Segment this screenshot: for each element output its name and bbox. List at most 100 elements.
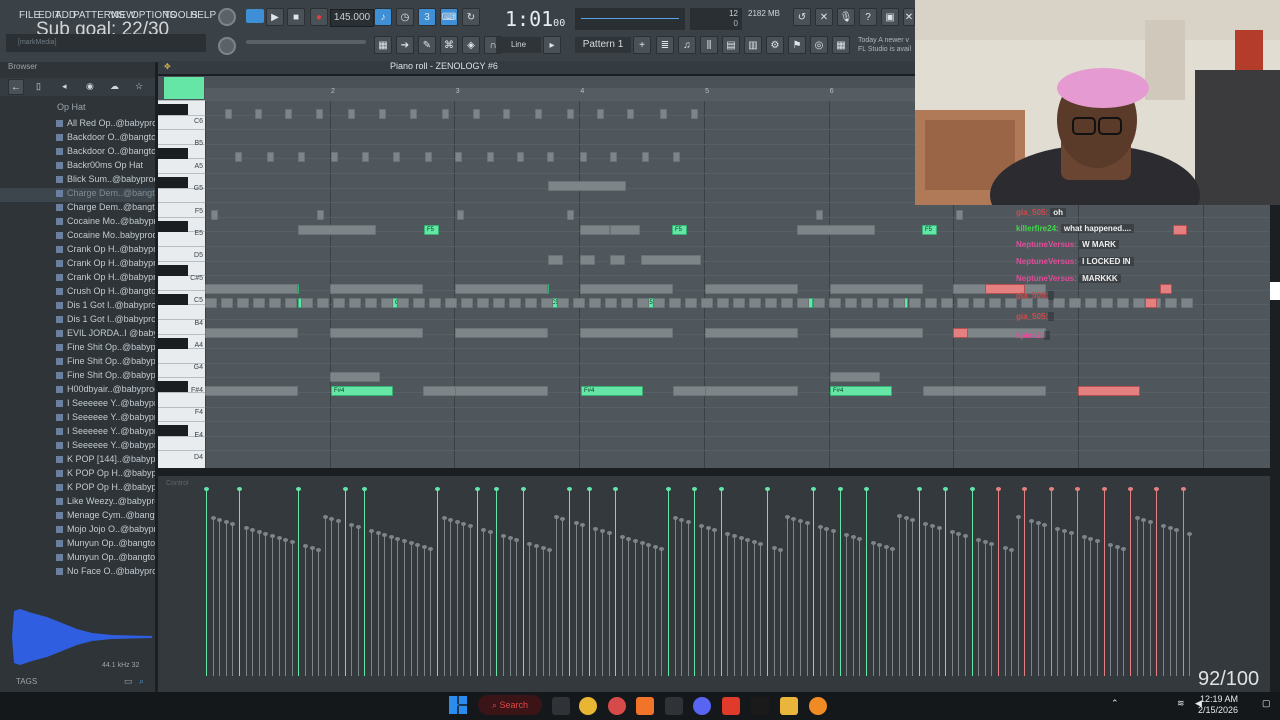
velocity-bar[interactable] xyxy=(206,489,207,676)
browser-star-icon[interactable]: ☆ xyxy=(135,81,143,92)
play-button[interactable]: ▶ xyxy=(266,8,284,26)
velocity-bar[interactable] xyxy=(1090,539,1092,676)
velocity-bar[interactable] xyxy=(1037,523,1039,676)
velocity-bar[interactable] xyxy=(674,518,676,676)
browser-item[interactable]: Backdoor O..@bangtozy xyxy=(0,146,155,160)
velocity-bar[interactable] xyxy=(252,530,254,676)
note[interactable] xyxy=(455,152,462,162)
velocity-bar[interactable] xyxy=(463,524,465,676)
note[interactable] xyxy=(765,298,777,308)
velocity-bar[interactable] xyxy=(793,519,795,676)
velocity-bar[interactable] xyxy=(681,520,683,676)
note[interactable] xyxy=(749,298,761,308)
velocity-bar[interactable] xyxy=(239,489,240,676)
note[interactable] xyxy=(830,284,923,294)
velocity-bar[interactable] xyxy=(305,546,306,676)
note[interactable] xyxy=(621,298,633,308)
black-key[interactable] xyxy=(158,104,188,115)
velocity-bar[interactable] xyxy=(489,532,491,676)
velocity-bar[interactable] xyxy=(1097,541,1098,676)
note[interactable] xyxy=(205,386,298,396)
note[interactable] xyxy=(269,298,281,308)
browser-search-icon[interactable]: ◉ xyxy=(86,81,94,92)
velocity-bar[interactable] xyxy=(740,538,742,676)
note[interactable] xyxy=(705,284,798,294)
note[interactable] xyxy=(1085,298,1097,308)
velocity-bar[interactable] xyxy=(542,548,544,676)
velocity-bar[interactable] xyxy=(1050,489,1052,676)
note[interactable] xyxy=(610,152,617,162)
note[interactable] xyxy=(349,298,361,308)
note-marked[interactable] xyxy=(953,328,968,338)
velocity-bar[interactable] xyxy=(569,489,570,676)
velocity-bar[interactable] xyxy=(377,533,379,676)
note[interactable] xyxy=(605,298,617,308)
note-color-swatch[interactable] xyxy=(164,77,204,99)
note[interactable] xyxy=(429,298,441,308)
note[interactable] xyxy=(673,152,680,162)
velocity-bar[interactable] xyxy=(443,518,445,676)
system-clock[interactable]: 12:19 AM 2/15/2026 xyxy=(1198,694,1238,716)
pattern-song-toggle[interactable] xyxy=(246,9,264,23)
velocity-bar[interactable] xyxy=(1110,545,1112,676)
browser-item[interactable]: Like Weezy..@babyprod xyxy=(0,496,155,510)
velocity-bar[interactable] xyxy=(720,489,722,676)
note[interactable] xyxy=(442,109,449,119)
velocity-bar[interactable] xyxy=(1064,531,1065,676)
black-key[interactable] xyxy=(158,264,188,276)
velocity-bar[interactable] xyxy=(476,489,478,676)
velocity-bar[interactable] xyxy=(1116,547,1118,676)
note[interactable] xyxy=(397,298,409,308)
note[interactable] xyxy=(845,298,857,308)
note[interactable] xyxy=(610,225,640,235)
note[interactable] xyxy=(660,109,667,119)
note[interactable] xyxy=(1181,298,1193,308)
link-icon[interactable]: ⌘ xyxy=(440,36,458,54)
close-window-icon[interactable]: ✕ xyxy=(903,8,915,26)
velocity-bar[interactable] xyxy=(404,541,405,676)
velocity-bar[interactable] xyxy=(1070,533,1072,676)
velocity-bar[interactable] xyxy=(311,548,313,676)
note[interactable] xyxy=(205,298,217,308)
velocity-bar[interactable] xyxy=(707,528,709,676)
close-tool-icon[interactable]: ✕ xyxy=(815,8,833,26)
countdown-icon[interactable]: 3 xyxy=(418,8,436,26)
browser-item[interactable]: H00dbyair..@babyprod xyxy=(0,384,155,398)
velocity-bar[interactable] xyxy=(813,489,815,676)
velocity-bar[interactable] xyxy=(430,549,432,676)
browser-prev-icon[interactable]: ◂ xyxy=(62,81,67,92)
velocity-bar[interactable] xyxy=(905,518,907,676)
note[interactable] xyxy=(830,328,923,338)
note[interactable] xyxy=(580,152,587,162)
master-slider[interactable] xyxy=(246,40,366,44)
note[interactable] xyxy=(331,152,338,162)
note[interactable] xyxy=(253,298,265,308)
velocity-bar[interactable] xyxy=(879,545,881,676)
taskbar-search[interactable]: ⌕ Search xyxy=(478,695,542,715)
note[interactable] xyxy=(989,298,1001,308)
note-selected[interactable]: F#4 xyxy=(581,386,643,396)
note[interactable] xyxy=(379,109,386,119)
note[interactable] xyxy=(627,109,634,119)
velocity-bar[interactable] xyxy=(621,537,623,676)
velocity-bar[interactable] xyxy=(852,537,854,676)
mic-record-icon[interactable]: ◎ xyxy=(810,36,828,54)
note[interactable] xyxy=(830,372,880,382)
velocity-bar[interactable] xyxy=(866,489,867,676)
note[interactable] xyxy=(953,386,1046,396)
brave-icon[interactable] xyxy=(636,697,654,715)
arrow-icon[interactable]: ➔ xyxy=(396,36,414,54)
browser-item[interactable]: Charge Dem..@bangtozy xyxy=(0,202,155,216)
note[interactable] xyxy=(573,298,585,308)
velocity-bar[interactable] xyxy=(608,533,610,676)
velocity-bar[interactable] xyxy=(694,489,696,676)
note[interactable] xyxy=(580,225,610,235)
velocity-bar[interactable] xyxy=(780,550,782,676)
note[interactable] xyxy=(503,109,510,119)
note-marked[interactable] xyxy=(1173,225,1187,235)
velocity-bar[interactable] xyxy=(338,521,339,676)
pencil-icon[interactable]: ✎ xyxy=(418,36,436,54)
black-key[interactable] xyxy=(158,293,188,305)
velocity-bar[interactable] xyxy=(872,543,874,676)
velocity-bar[interactable] xyxy=(390,537,392,676)
